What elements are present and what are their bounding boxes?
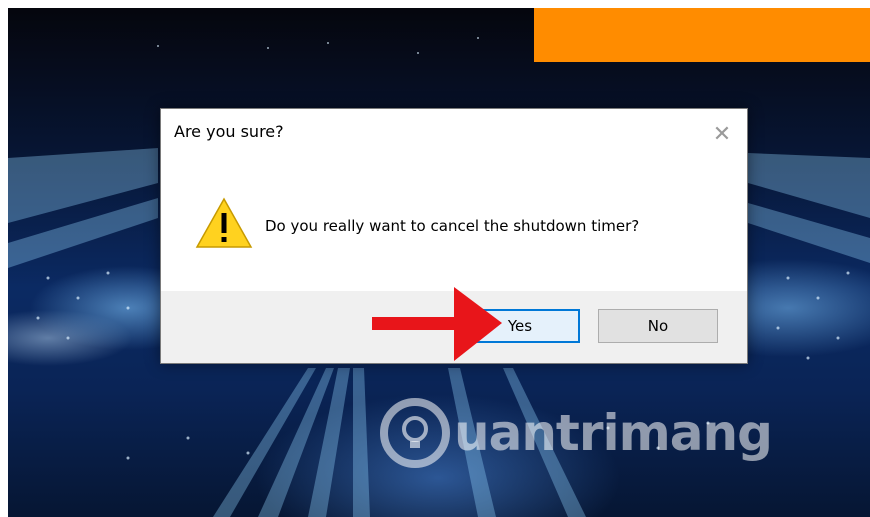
dialog-message: Do you really want to cancel the shutdow… (265, 217, 640, 235)
pointer-arrow-icon (372, 287, 502, 361)
watermark-text: uantrimang (454, 404, 773, 462)
dialog-title: Are you sure? (174, 122, 284, 141)
warning-icon (195, 197, 253, 248)
no-button[interactable]: No (598, 309, 718, 343)
orange-banner (534, 8, 870, 62)
close-icon[interactable]: ✕ (707, 119, 737, 149)
lightbulb-icon (380, 398, 450, 468)
watermark: uantrimang (380, 388, 773, 478)
